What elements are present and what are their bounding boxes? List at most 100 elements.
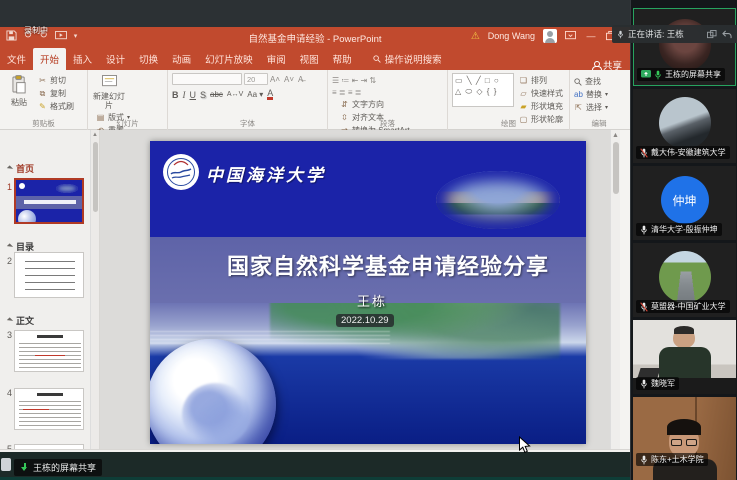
participant-tile-daidawei[interactable]: 戴大伟-安徽建筑大学 bbox=[633, 89, 736, 163]
shapes-gallery[interactable]: ▭ ╲ ╱ □ ○△ ⬭ ◇ { } bbox=[452, 73, 514, 107]
paste-icon bbox=[12, 75, 27, 94]
glasses-left bbox=[671, 439, 682, 446]
slide-2-thumbnail[interactable] bbox=[14, 252, 84, 298]
change-case-button[interactable]: Aa ▾ bbox=[247, 90, 263, 99]
participant-label: 陈东+土木学院 bbox=[636, 453, 708, 466]
tab-review[interactable]: 审阅 bbox=[260, 48, 293, 70]
strikethrough-button[interactable]: abc bbox=[210, 90, 223, 99]
replace-button[interactable]: ab替换▾ bbox=[574, 89, 624, 100]
italic-button[interactable]: I bbox=[183, 90, 186, 100]
layout-switch-icon[interactable] bbox=[707, 30, 717, 39]
tab-insert[interactable]: 插入 bbox=[66, 48, 99, 70]
text-shadow-button[interactable]: S bbox=[200, 90, 206, 100]
font-name-combo[interactable] bbox=[172, 73, 242, 85]
mic-on-icon bbox=[640, 379, 648, 389]
avatar-initials: 仲坤 bbox=[672, 192, 696, 209]
participant-avatar bbox=[659, 251, 711, 303]
text-direction-label: 文字方向 bbox=[352, 99, 384, 110]
group-drawing: ▭ ╲ ╱ □ ○△ ⬭ ◇ { } ❏排列 ▱快速样式 ▰形状填充 ▢形状轮廓… bbox=[448, 70, 570, 130]
section-header-body[interactable]: 正文 bbox=[8, 314, 34, 327]
group-label-clipboard: 剪贴板 bbox=[0, 118, 87, 129]
powerpoint-window: ↺ ↻ ▾ 录制中 自然基金申请经验 - PowerPoint ⚠ Dong W… bbox=[0, 27, 630, 452]
shrink-font-button[interactable]: A˅ bbox=[284, 75, 294, 84]
speaking-banner: 正在讲话: 王栋 bbox=[612, 25, 737, 43]
list-buttons[interactable]: ☰ ≔ ⇤ ⇥ ⇅ bbox=[332, 76, 376, 85]
group-editing: 查找 ab替换▾ ⇱选择▾ 编辑 bbox=[570, 70, 628, 130]
text-direction-icon: ⇵ bbox=[340, 100, 349, 109]
screen-share-indicator[interactable]: 王栋的屏幕共享 bbox=[14, 459, 102, 476]
ribbon-display-options-icon[interactable] bbox=[565, 31, 576, 41]
glasses-right bbox=[686, 439, 697, 446]
font-color-button[interactable]: A bbox=[267, 89, 273, 100]
taskbar-app-icon[interactable] bbox=[1, 458, 11, 471]
char-spacing-button[interactable]: A↔V bbox=[227, 91, 243, 98]
find-button[interactable]: 查找 bbox=[574, 76, 624, 87]
shape-fill-button[interactable]: ▰形状填充 bbox=[519, 101, 563, 112]
group-clipboard: 粘贴 ✂剪切 ⧉复制 ✎格式刷 剪贴板 bbox=[0, 70, 88, 130]
slide-1[interactable]: 中国海洋大学 国家自然科学基金申请经验分享 王栋 2022.10.29 bbox=[150, 141, 586, 444]
group-font: 20 A˄A˅A̶ B I U S abc A↔V Aa ▾ A 字体 bbox=[168, 70, 328, 130]
arrange-button[interactable]: ❏排列 bbox=[519, 75, 563, 86]
slide-3-thumbnail[interactable] bbox=[14, 330, 84, 372]
participant-tile-wangdong[interactable]: 王栋的屏幕共享 bbox=[633, 8, 736, 86]
screen: ↺ ↻ ▾ 录制中 自然基金申请经验 - PowerPoint ⚠ Dong W… bbox=[0, 0, 737, 480]
section-header-home[interactable]: 首页 bbox=[8, 162, 34, 175]
scroll-up-arrow[interactable]: ▲ bbox=[612, 132, 619, 139]
quick-styles-button[interactable]: ▱快速样式 bbox=[519, 88, 563, 99]
new-slide-button[interactable]: 新建幻灯片 bbox=[92, 73, 126, 110]
tell-me-search[interactable]: 操作说明搜索 bbox=[373, 52, 442, 70]
copy-button[interactable]: ⧉复制 bbox=[38, 88, 74, 99]
select-button[interactable]: ⇱选择▾ bbox=[574, 102, 624, 113]
panel-scrollbar[interactable]: ▲ bbox=[90, 130, 99, 449]
thumb-campus bbox=[56, 184, 78, 193]
underline-button[interactable]: U bbox=[190, 90, 197, 100]
cut-button[interactable]: ✂剪切 bbox=[38, 75, 74, 86]
slide-1-number: 1 bbox=[7, 182, 12, 192]
participant-tile-cumt[interactable]: 莫盟器-中国矿业大学 bbox=[633, 243, 736, 317]
format-painter-button[interactable]: ✎格式刷 bbox=[38, 101, 74, 112]
slide-thumbnail-panel: 首页 1 目录 2 正文 3 4 bbox=[0, 130, 100, 449]
account-avatar[interactable] bbox=[543, 29, 557, 43]
participant-tile-video-2[interactable]: 陈东+土木学院 bbox=[633, 397, 736, 480]
back-arrow-icon[interactable] bbox=[722, 30, 732, 39]
scroll-up-arrow[interactable]: ▲ bbox=[92, 132, 98, 138]
person-icon bbox=[592, 61, 600, 70]
slide-4-number: 4 bbox=[7, 388, 12, 398]
new-slide-icon bbox=[102, 75, 117, 88]
grow-font-button[interactable]: A˄ bbox=[270, 75, 280, 84]
tab-help[interactable]: 帮助 bbox=[326, 48, 359, 70]
participant-tile-video-1[interactable]: 魏晓军 bbox=[633, 320, 736, 394]
minimize-button[interactable]: — bbox=[584, 31, 598, 41]
format-painter-icon: ✎ bbox=[38, 102, 47, 111]
section-home-label: 首页 bbox=[16, 162, 34, 175]
tab-transitions[interactable]: 切换 bbox=[132, 48, 165, 70]
mic-muted-icon bbox=[640, 148, 648, 158]
tab-home[interactable]: 开始 bbox=[33, 48, 66, 70]
tab-slideshow[interactable]: 幻灯片放映 bbox=[198, 48, 260, 70]
tab-file[interactable]: 文件 bbox=[0, 48, 33, 70]
account-name[interactable]: Dong Wang bbox=[488, 31, 535, 41]
participant-tile-zhongkun[interactable]: 仲坤 清华大学-殷振仲坤 bbox=[633, 166, 736, 240]
slide-title: 国家自然科学基金申请经验分享 bbox=[190, 249, 586, 281]
tab-animations[interactable]: 动画 bbox=[165, 48, 198, 70]
quick-styles-label: 快速样式 bbox=[531, 88, 563, 99]
clear-format-button[interactable]: A̶ bbox=[298, 75, 303, 84]
replace-icon: ab bbox=[574, 90, 583, 99]
scroll-thumb[interactable] bbox=[613, 142, 619, 194]
group-slides: 新建幻灯片 ▤版式▾ ⟲重置 ▦节▾ 幻灯片 bbox=[88, 70, 168, 130]
font-size-combo[interactable]: 20 bbox=[244, 73, 268, 85]
slide-scrollbar[interactable]: ▲ bbox=[610, 130, 620, 449]
participant-name: 王栋的屏幕共享 bbox=[665, 69, 721, 80]
panel-scroll-thumb[interactable] bbox=[93, 142, 98, 212]
paste-button[interactable]: 粘贴 bbox=[4, 73, 34, 108]
shape-fill-icon: ▰ bbox=[519, 102, 528, 111]
slide-1-thumbnail[interactable] bbox=[14, 178, 84, 224]
participant-name: 陈东+土木学院 bbox=[651, 454, 704, 465]
mic-muted-icon bbox=[640, 302, 648, 312]
tab-view[interactable]: 视图 bbox=[293, 48, 326, 70]
align-buttons[interactable]: ≡ ≣ ≡ ≣ bbox=[332, 88, 376, 97]
slide-4-thumbnail[interactable] bbox=[14, 388, 84, 430]
text-direction-button[interactable]: ⇵文字方向 bbox=[340, 99, 410, 110]
bold-button[interactable]: B bbox=[172, 90, 179, 100]
tab-design[interactable]: 设计 bbox=[99, 48, 132, 70]
